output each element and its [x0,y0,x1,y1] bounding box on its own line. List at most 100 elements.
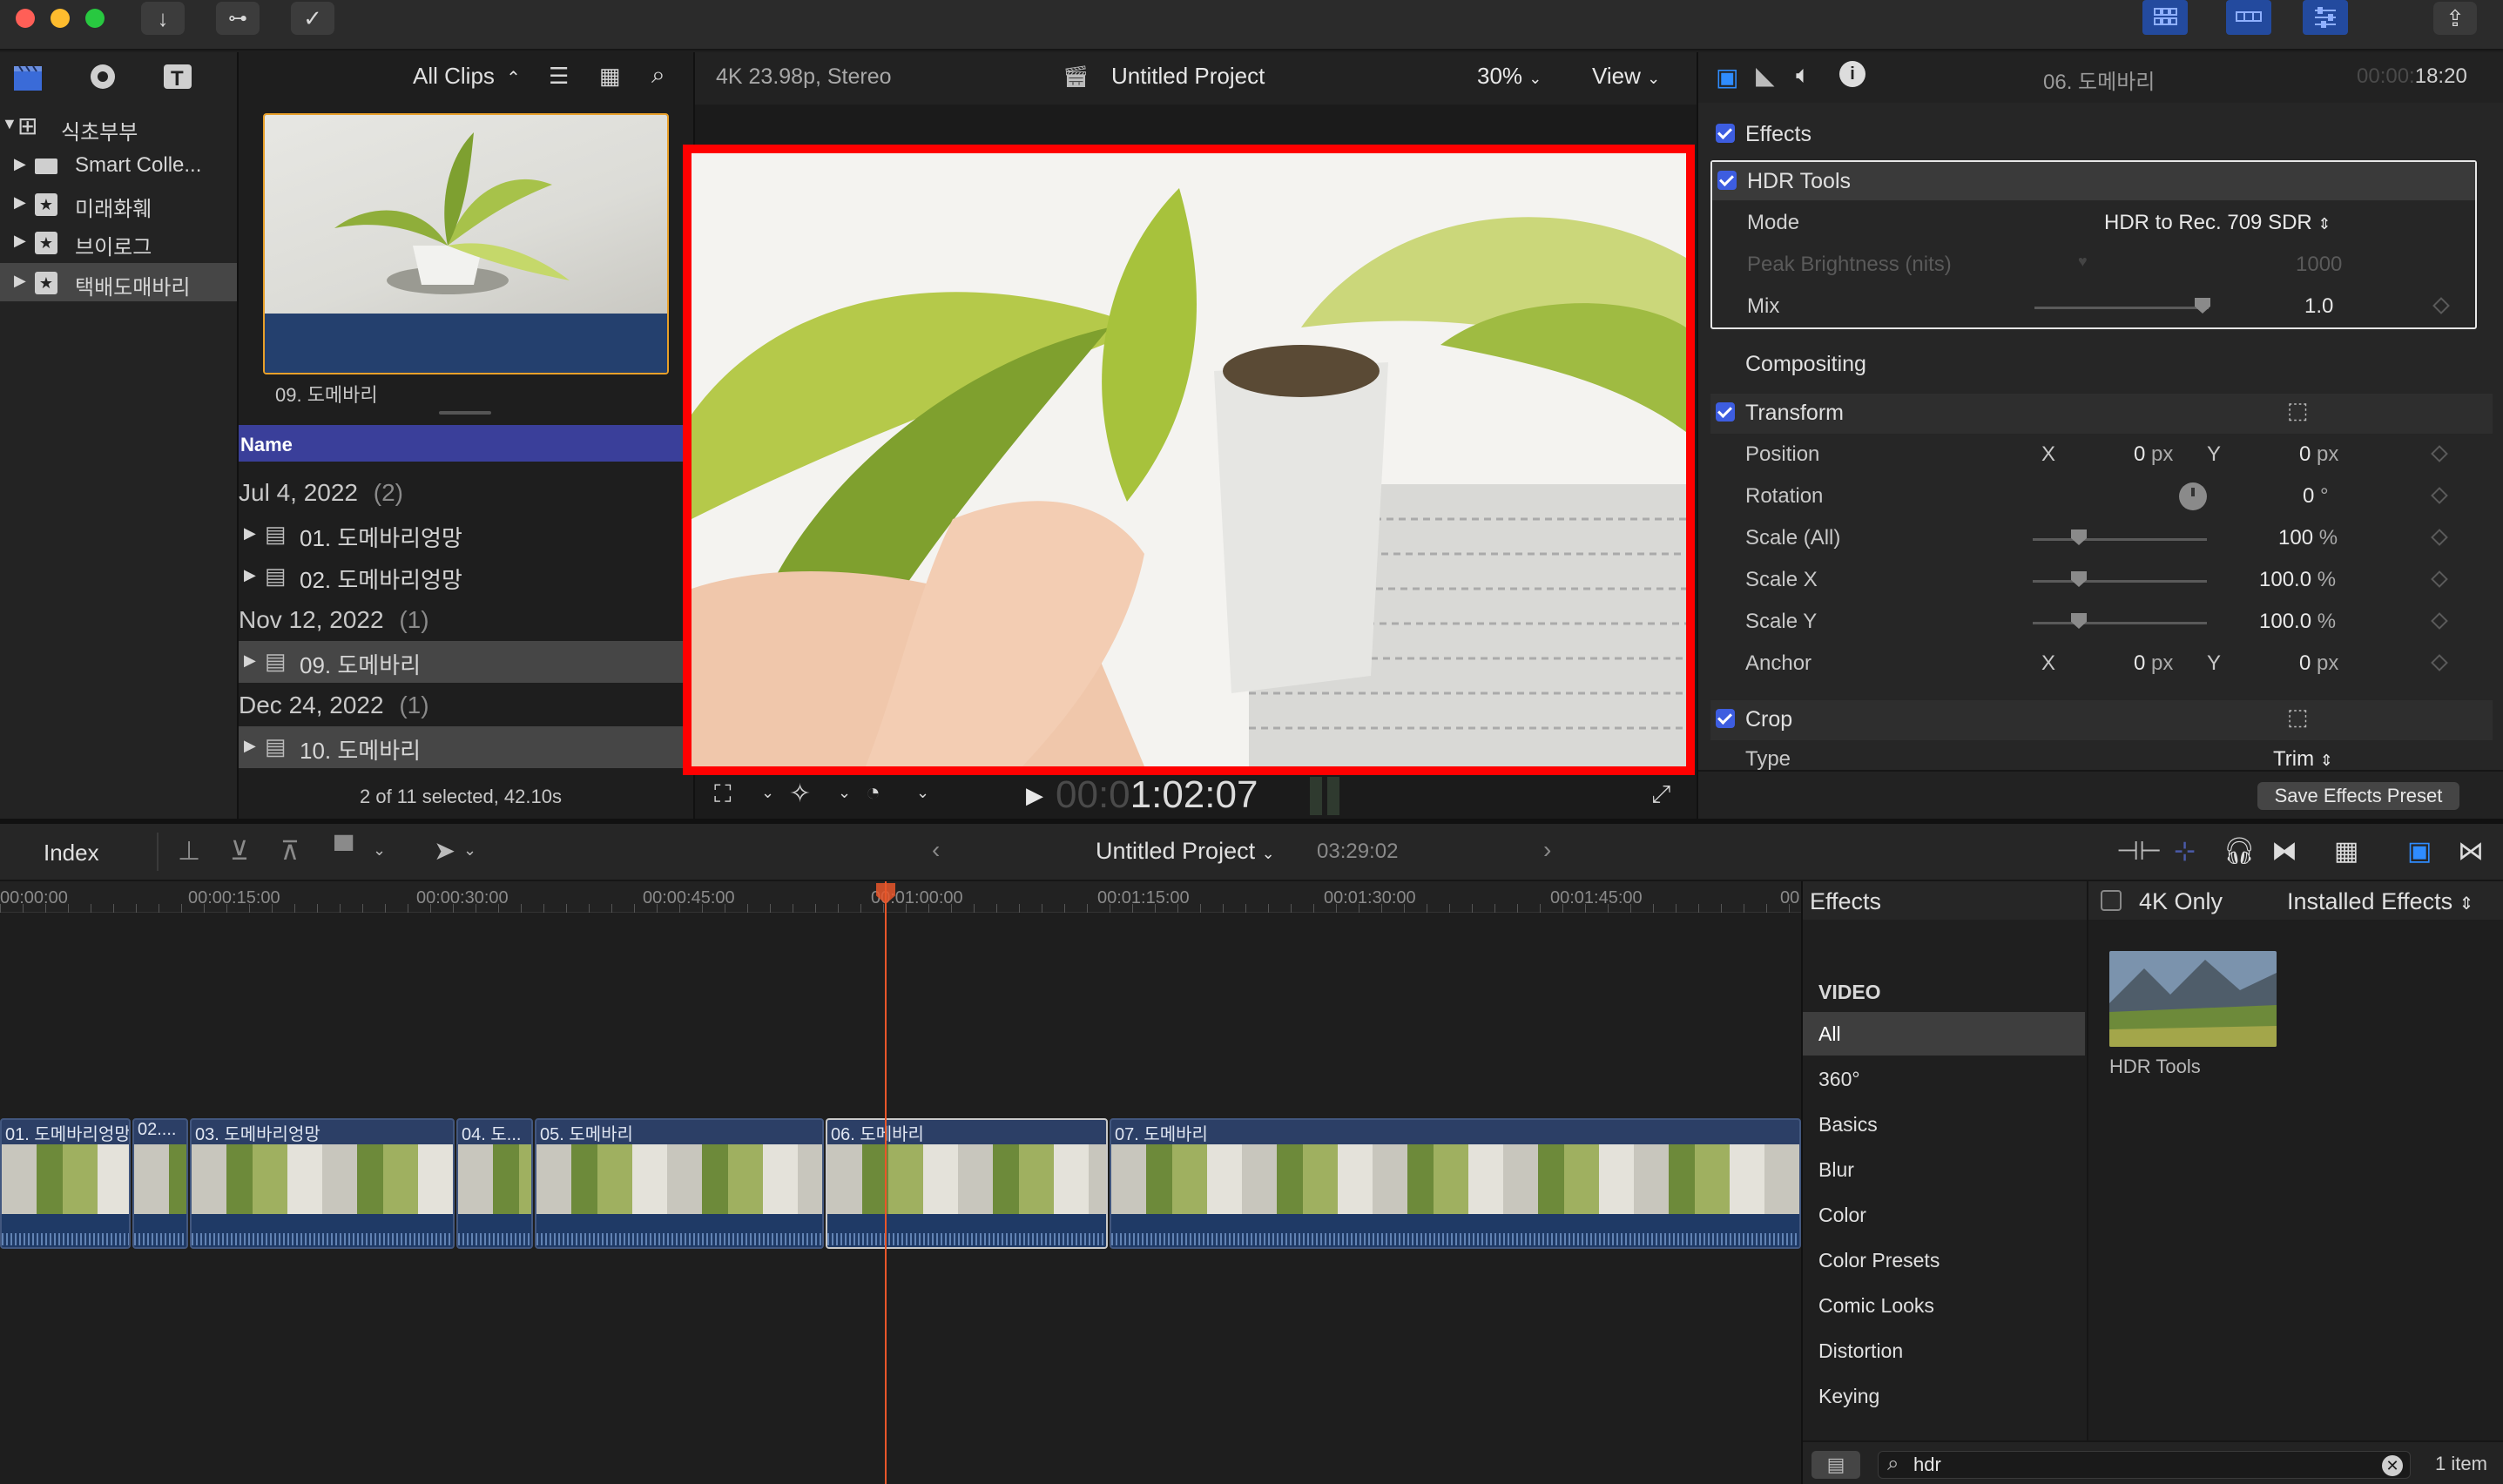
music-photos-icon[interactable] [85,61,120,97]
hdr-tools-effect[interactable]: HDR Tools Mode HDR to Rec. 709 SDR ⇕ Pea… [1710,160,2477,329]
category-item[interactable]: Color [1803,1193,2085,1237]
position-x-field[interactable]: 0 px [2134,442,2173,467]
history-forward-icon[interactable]: › [1543,836,1551,864]
timeline[interactable]: 00:00:00 00:00:15:00 00:00:30:00 00:00:4… [0,881,1801,1484]
category-item-selected[interactable]: All [1803,1012,2085,1056]
rotation-keyframe-button[interactable] [2431,487,2448,504]
scale-x-slider-track[interactable] [2033,580,2207,583]
fullscreen-icon[interactable]: ⤢ [1651,780,1670,809]
library-item[interactable]: ▼ ⊞ 식초부부 [0,108,237,146]
disclosure-closed-icon[interactable]: ▶ [244,651,256,670]
transform-tool-icon[interactable]: ⛶ [714,780,732,809]
search-input[interactable] [1913,1454,2349,1476]
timeline-project-popup[interactable]: Untitled Project ⌄ [1096,838,1275,865]
name-column-header[interactable]: Name [240,434,293,456]
category-item[interactable]: Keying [1803,1374,2085,1418]
disclosure-closed-icon[interactable]: ▶ [244,524,256,543]
info-inspector-icon[interactable]: i [1839,61,1865,87]
clapper-icon[interactable] [12,63,44,97]
search-icon[interactable]: ⌕ [651,61,665,90]
close-window-button[interactable] [16,9,35,28]
import-icon[interactable]: ↓ [141,2,185,35]
crop-checkbox[interactable] [1716,709,1735,728]
disclosure-closed-icon[interactable]: ▶ [14,272,26,290]
timeline-ruler[interactable]: 00:00:00 00:00:15:00 00:00:30:00 00:00:4… [0,881,1801,913]
scale-x-slider-knob[interactable] [2071,571,2087,587]
audio-inspector-icon[interactable]: 🔈︎ [1796,61,1811,90]
overwrite-clip-icon[interactable]: ▀ [334,836,353,866]
effect-thumbnail[interactable] [2109,951,2277,1047]
chevron-down-icon[interactable]: ⌄ [838,784,851,802]
timecode-display[interactable]: 00:01:02:07 [1056,773,1258,817]
library-item[interactable]: ▶ ★ 미래화훼 [0,185,237,223]
anchor-x-field[interactable]: 0 px [2134,651,2173,676]
audio-skimming-icon[interactable]: 🎧︎ [2223,836,2256,867]
rotation-dial[interactable] [2179,482,2207,510]
keywords-icon[interactable]: ⊶ [216,2,260,35]
clip-appearance-toggle-icon[interactable]: ▣ [2407,836,2432,867]
connect-clip-icon[interactable]: ⊥ [178,836,200,867]
anchor-y-field[interactable]: 0 px [2299,651,2338,676]
chevron-down-icon[interactable]: ⌄ [373,841,386,860]
search-field[interactable]: ⌕ ✕ [1878,1451,2411,1479]
enhance-wand-icon[interactable]: ✧ [789,779,811,809]
list-header[interactable]: Name [239,425,683,462]
category-item[interactable]: Basics [1803,1103,2085,1146]
scale-y-keyframe-button[interactable] [2431,612,2448,630]
effects-checkbox[interactable] [1716,124,1735,143]
share-icon[interactable]: ⇪ [2433,2,2477,35]
timeline-layout-icon[interactable] [2226,0,2271,35]
mix-slider-track[interactable] [2034,307,2209,309]
position-keyframe-button[interactable] [2431,445,2448,462]
scale-y-slider-knob[interactable] [2071,613,2087,629]
rotation-field[interactable]: 0 ° [2303,484,2329,509]
mix-keyframe-button[interactable] [2432,297,2450,314]
category-item[interactable]: 360° [1803,1057,2085,1101]
filmstrip-view-icon[interactable]: ▦ [599,63,621,90]
library-item-selected[interactable]: ▶ ★ 택배도매바리 [0,263,237,301]
installed-effects-popup[interactable]: Installed Effects ⇕ [2287,888,2473,915]
clip-filter-popup[interactable]: All Clips ⌃ [413,63,521,90]
view-menu[interactable]: View ⌄ [1592,63,1660,90]
anchor-keyframe-button[interactable] [2431,654,2448,671]
category-item[interactable]: Distortion [1803,1329,2085,1373]
scale-x-keyframe-button[interactable] [2431,570,2448,588]
chevron-down-icon[interactable]: ⌄ [916,784,929,802]
timeline-clip[interactable]: 07. 도메바리 [1110,1118,1801,1249]
disclosure-open-icon[interactable]: ▼ [2,115,17,133]
play-icon[interactable]: ▶ [1026,782,1043,809]
skimming-icon[interactable]: ⊹ [2174,836,2196,867]
scale-y-slider-track[interactable] [2033,622,2207,624]
timeline-clip-selected[interactable]: 06. 도메바리 [826,1118,1108,1249]
index-button[interactable]: Index [44,840,99,867]
scale-all-keyframe-button[interactable] [2431,529,2448,546]
resize-handle[interactable] [439,411,491,415]
clip-skimming-icon[interactable]: ⊣⊢ [2116,836,2162,867]
video-frame[interactable] [683,145,1695,775]
scale-x-field[interactable]: 100.0 % [2259,568,2336,592]
video-inspector-icon[interactable]: ▣ [1716,63,1738,91]
chevron-down-icon[interactable]: ⌄ [463,841,476,860]
effects-browser-icon[interactable]: ⋈ [2458,836,2484,867]
zoom-window-button[interactable] [85,9,105,28]
minimize-window-button[interactable] [51,9,70,28]
history-back-icon[interactable]: ‹ [932,836,940,864]
transform-onscreen-icon[interactable]: ⬚ [2287,397,2309,424]
timeline-clip[interactable]: 03. 도메바리엉망 [190,1118,455,1249]
list-item-selected[interactable]: ▶ ▤ 10. 도메바리 [239,726,693,768]
save-effects-preset-button[interactable]: Save Effects Preset [2257,782,2459,810]
timeline-clip[interactable]: 04. 도... [456,1118,533,1249]
mix-slider-knob[interactable] [2195,298,2210,314]
four-k-only-checkbox[interactable] [2101,890,2122,911]
scale-all-slider-track[interactable] [2033,538,2207,541]
timeline-clip[interactable]: 01. 도메바리엉망 [0,1118,131,1249]
append-clip-icon[interactable]: ⊼ [280,836,300,867]
color-inspector-icon[interactable]: ◣ [1756,61,1775,90]
zoom-popup[interactable]: 30% ⌄ [1477,63,1542,90]
timeline-clip[interactable]: 05. 도메바리 [535,1118,824,1249]
list-item-selected[interactable]: ▶ ▤ 09. 도메바리 [239,641,683,683]
insert-clip-icon[interactable]: ⊻ [230,836,249,867]
category-item[interactable]: Color Presets [1803,1238,2085,1282]
inspector-layout-icon[interactable] [2303,0,2348,35]
retime-icon[interactable]: ◔ [866,779,880,806]
